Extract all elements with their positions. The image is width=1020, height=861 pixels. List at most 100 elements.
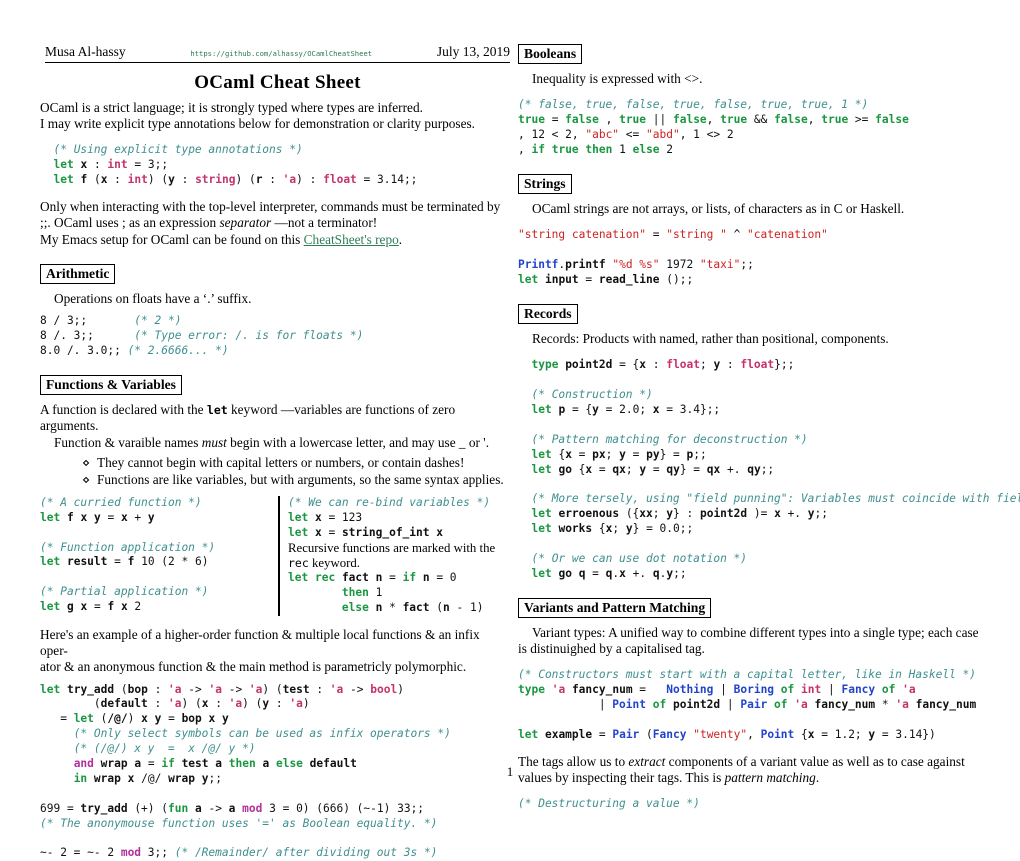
booleans-code: (* false, true, false, true, false, true…	[518, 98, 909, 157]
code-line: let g x = f x 2	[40, 600, 142, 614]
code-line: let x = string_of_int x	[288, 525, 443, 539]
code-line: let works {x; y} = 0.0;;	[531, 522, 694, 536]
code-line: let try_add (bop : 'a -> 'a -> 'a) (test…	[40, 682, 404, 696]
section-title-records: Records	[518, 304, 578, 325]
strings-description: OCaml strings are not arrays, or lists, …	[532, 201, 905, 217]
variants-code: (* Constructors must start with a capita…	[518, 668, 977, 742]
code-line: let x : int = 3;;	[53, 158, 169, 172]
code-comment: (* Using explicit type annotations *)	[53, 143, 303, 157]
section-title-functions: Functions & Variables	[40, 374, 182, 396]
emacs-setup-line: My Emacs setup for OCaml can be found on…	[40, 232, 510, 248]
arithmetic-section: Arithmetic	[40, 263, 510, 284]
code-line: | Point of point2d | Pair of 'a fancy_nu…	[518, 698, 977, 712]
higher-order-line-2: ator & an anonymous function & the main …	[40, 659, 467, 675]
code-line: else n * fact (n - 1)	[341, 600, 484, 614]
cheatsheet-repo-link[interactable]: CheatSheet's repo	[304, 232, 399, 247]
code-line: "string catenation" = "string " ^ "caten…	[518, 228, 828, 242]
functions-text-a: A function is declared with the	[40, 402, 207, 418]
rec-keyword-inline: rec	[288, 555, 309, 570]
cheatsheet-page: Musa Al-hassy https://github.com/alhassy…	[0, 0, 1020, 859]
variants-section: Variants and Pattern Matching	[518, 597, 988, 619]
toplevel-text-b: —not a terminator!	[271, 215, 378, 231]
let-keyword-inline: let	[206, 403, 228, 418]
strings-section: Strings	[518, 174, 988, 195]
functions-text-d: begin with a lowercase letter, and may u…	[226, 434, 490, 450]
code-line: , if true then 1 else 2	[518, 143, 674, 157]
emacs-text-a: My Emacs setup for OCaml can be found on…	[40, 231, 304, 247]
records-description: Records: Products with named, rather tha…	[532, 331, 889, 347]
code-line: let example = Pair (Fancy "twenty", Poin…	[518, 728, 936, 742]
toplevel-text-a: ;;. OCaml uses ; as an expression	[40, 215, 220, 231]
rec-prose-line-2: rec keyword.	[288, 556, 510, 571]
booleans-section: Booleans	[518, 44, 988, 65]
left-column: OCaml is a strict language; it is strong…	[40, 100, 510, 861]
must-emphasis: must	[201, 434, 227, 450]
code-line: let p = {y = 2.0; x = 3.4};;	[531, 403, 721, 417]
page-title: OCaml Cheat Sheet	[194, 72, 361, 93]
repository-url[interactable]: https://github.com/alhassy/OCamlCheatShe…	[190, 49, 372, 58]
functions-section: Functions & Variables	[40, 374, 510, 396]
records-code: type point2d = {x : float; y : float};; …	[531, 358, 1020, 580]
code-line: 8.0 /. 3.0;; (* 2.6666... *)	[40, 343, 229, 357]
code-line: true = false , true || false, true && fa…	[518, 113, 909, 127]
code-line: let f x y = x + y	[40, 510, 155, 524]
arithmetic-code: 8 / 3;; (* 2 *) 8 /. 3;; (* Type error: …	[40, 314, 510, 359]
arithmetic-description: Operations on floats have a ‘.’ suffix.	[54, 290, 252, 306]
code-line: let input = read_line ();;	[518, 273, 694, 287]
author-name: Musa Al-hassy	[45, 44, 126, 59]
functions-line-2: Function & varaible names must begin wit…	[40, 435, 510, 451]
section-title-booleans: Booleans	[518, 44, 583, 65]
document-header: Musa Al-hassy https://github.com/alhassy…	[45, 44, 510, 63]
rec-prose-text: keyword.	[308, 555, 360, 570]
code-line: , 12 < 2, "abc" <= "abd", 1 <> 2	[518, 128, 734, 142]
section-title-variants: Variants and Pattern Matching	[518, 597, 712, 619]
list-item: Functions are like variables, but with a…	[82, 471, 510, 489]
document-date: July 13, 2019	[436, 44, 510, 59]
variants-description-1: Variant types: A unified way to combine …	[532, 625, 979, 641]
rec-prose-line-1: Recursive functions are marked with the	[288, 540, 496, 555]
code-line: 699 = try_add (+) (fun a -> a mod 3 = 0)…	[40, 801, 425, 815]
destructuring-code: (* Destructuring a value *)	[518, 797, 700, 811]
functions-bullet-list: They cannot begin with capital letters o…	[40, 454, 510, 489]
functions-code-left: (* A curried function *) let f x y = x +…	[40, 495, 216, 614]
higher-order-line-1: Here's an example of a higher-order func…	[40, 626, 480, 659]
code-line: let x = 123	[288, 510, 363, 524]
right-column: Booleans Inequality is expressed with <>…	[518, 44, 1020, 812]
intro-line-1: OCaml is a strict language; it is strong…	[40, 100, 423, 115]
code-line: let go q = q.x +. q.y;;	[531, 566, 687, 580]
variants-description-2: is distinuighed by a capitalised tag.	[518, 641, 705, 657]
section-title-strings: Strings	[518, 174, 572, 195]
separator-emphasis: separator	[219, 215, 272, 231]
code-line: ~- 2 = ~- 2 mod 3;; (* /Remainder/ after…	[40, 846, 438, 860]
code-line: let result = f 10 (2 * 6)	[40, 555, 209, 569]
column-divider	[278, 495, 280, 616]
emacs-text-b: .	[398, 231, 403, 247]
functions-line-1: A function is declared with the let keyw…	[40, 402, 510, 434]
toplevel-line-2: ;;. OCaml uses ; as an expression separa…	[40, 215, 510, 231]
page-number: 1	[506, 764, 514, 779]
strings-code: "string catenation" = "string " ^ "caten…	[518, 228, 988, 288]
code-line: type 'a fancy_num = Nothing | Boring of …	[518, 683, 916, 697]
code-line: let go {x = qx; y = qy} = qx +. qy;;	[531, 462, 775, 476]
code-line: (default : 'a) (x : 'a) (y : 'a)	[40, 697, 310, 711]
section-title-arithmetic: Arithmetic	[40, 263, 116, 284]
list-item: They cannot begin with capital letters o…	[82, 454, 510, 472]
code-line: Printf.printf "%d %s" 1972 "taxi";;	[518, 258, 754, 272]
functions-code-right: (* We can re-bind variables *) let x = 1…	[278, 496, 510, 616]
booleans-description: Inequality is expressed with <>.	[532, 71, 703, 87]
code-line: = let (/@/) x y = bop x y	[40, 712, 229, 726]
code-line: let f (x : int) (y : string) (r : 'a) : …	[53, 173, 418, 187]
code-line: 8 /. 3;; (* Type error: /. is for floats…	[40, 329, 364, 343]
code-line: 8 / 3;; (* 2 *)	[40, 314, 182, 328]
code-line: let {x = px; y = py} = p;;	[531, 447, 707, 461]
code-line: type point2d = {x : float; y : float};;	[531, 358, 795, 372]
records-section: Records	[518, 304, 988, 325]
functions-text-c: Function & varaible names	[54, 434, 202, 450]
type-annotations-code: (* Using explicit type annotations *) le…	[40, 143, 510, 188]
code-line: let erroenous ({xx; y} : point2d )= x +.…	[531, 507, 829, 521]
functions-two-column-code: (* A curried function *) let f x y = x +…	[40, 495, 510, 616]
code-line: let rec fact n = if n = 0	[288, 571, 457, 585]
toplevel-line-1: Only when interacting with the top-level…	[40, 199, 501, 215]
intro-line-2: I may write explicit type annotations be…	[40, 116, 475, 132]
code-line: then 1	[341, 586, 383, 600]
